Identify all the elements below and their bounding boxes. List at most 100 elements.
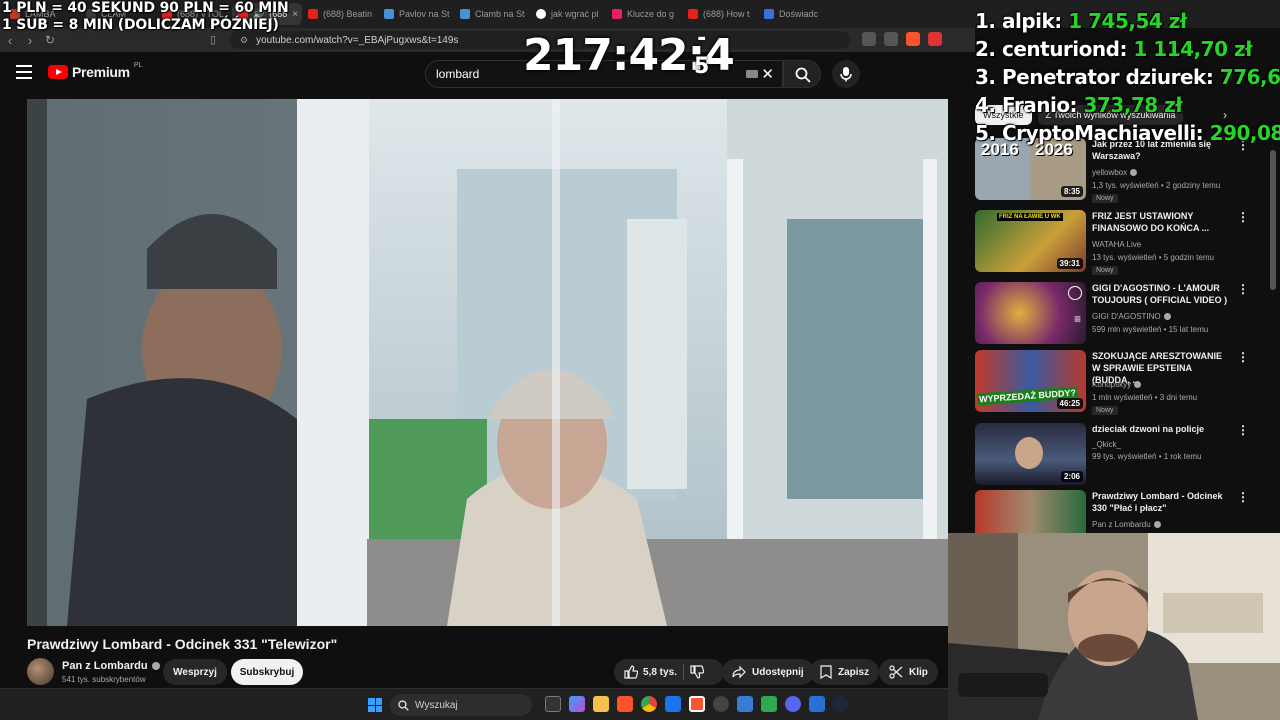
clip-label: Klip: [909, 666, 928, 678]
store-icon[interactable]: [665, 696, 681, 712]
close-tab-icon[interactable]: ×: [292, 9, 298, 20]
app-icon[interactable]: [761, 696, 777, 712]
more-options-icon[interactable]: ⋮: [1237, 423, 1249, 437]
forward-icon[interactable]: ›: [20, 33, 40, 48]
recommended-video[interactable]: 2016 2026 8:35 Jak przez 10 lat zmieniła…: [975, 138, 1265, 203]
recommended-video[interactable]: ≡ GIGI D'AGOSTINO - L'AMOUR TOUJOURS ( O…: [975, 282, 1265, 346]
video-meta: 13 tys. wyświetleń • 5 godzin temu: [1092, 253, 1214, 262]
video-meta: 99 tys. wyświetleń • 1 rok temu: [1092, 452, 1202, 461]
share-button[interactable]: Udostępnij: [722, 659, 814, 685]
cast-icon[interactable]: [862, 32, 876, 46]
rules-line: 1 PLN = 40 SEKUND 90 PLN = 60 MIN: [2, 0, 289, 16]
support-button[interactable]: Wesprzyj: [163, 659, 227, 685]
channel-name[interactable]: Pan z Lombardu: [62, 660, 160, 672]
taskbar-search-input[interactable]: Wyszukaj: [390, 694, 532, 716]
brave-rewards-icon[interactable]: [928, 32, 942, 46]
obs-icon[interactable]: [713, 696, 729, 712]
meta-icon[interactable]: [809, 696, 825, 712]
tab-label: Clamb na St: [475, 9, 525, 19]
browser-tab[interactable]: Klucze do g: [606, 3, 682, 25]
browser-tab[interactable]: Clamb na St: [454, 3, 530, 25]
search-icon: [398, 699, 409, 711]
channel-avatar[interactable]: [27, 658, 54, 685]
windows-start-icon[interactable]: [368, 698, 382, 712]
browser-tab[interactable]: (688) Beatin: [302, 3, 378, 25]
youtube-logo[interactable]: Premium PL: [48, 62, 142, 80]
extension-icons: [862, 32, 942, 46]
reload-icon[interactable]: ↻: [40, 33, 60, 47]
keyboard-icon[interactable]: [746, 70, 758, 78]
rules-line: 1 SUB = 8 MIN (DOLICZAM PÓŹNIEJ): [2, 17, 279, 33]
tab-label: Doświadc: [779, 9, 819, 19]
verified-icon: [1153, 521, 1161, 528]
save-label: Zapisz: [838, 666, 870, 678]
tab-label: jak wgrać pl: [551, 9, 599, 19]
channel-name: Konopskyy: [1092, 380, 1142, 389]
channel-name: WATAHA Live: [1092, 240, 1142, 249]
steam-favicon-icon: [460, 9, 470, 19]
video-thumbnail[interactable]: FRIZ NA ŁAWIE U WK 39:31: [975, 210, 1086, 272]
leaderboard-row: 2. centuriond: 1 114,70 zł: [975, 37, 1253, 61]
leaderboard-row: 4. Franio: 373,78 zł: [975, 93, 1183, 117]
like-button[interactable]: 5,8 tys.: [624, 665, 677, 679]
video-thumbnail[interactable]: 2:06: [975, 423, 1086, 485]
save-button[interactable]: Zapisz: [810, 659, 880, 685]
tab-label: Pavlov na St: [399, 9, 450, 19]
notepad-icon[interactable]: [737, 696, 753, 712]
video-thumbnail[interactable]: WYPRZEDAŻ BUDDY? 46:25: [975, 350, 1086, 412]
donation-leaderboard: 1. alpik: 1 745,54 zł 2. centuriond: 1 1…: [975, 7, 1280, 147]
verified-icon: [1130, 169, 1138, 176]
steam-icon[interactable]: [833, 696, 849, 712]
browser-tab[interactable]: Pavlov na St: [378, 3, 454, 25]
file-explorer-icon[interactable]: [593, 696, 609, 712]
back-icon[interactable]: ‹: [0, 33, 20, 48]
search-button[interactable]: [783, 60, 821, 88]
sidebar-scrollbar[interactable]: [1270, 150, 1276, 290]
video-title: Prawdziwy Lombard - Odcinek 330 "Płać i …: [1092, 491, 1223, 513]
subscribe-button[interactable]: Subskrybuj: [231, 659, 303, 685]
watch-later-icon[interactable]: [1068, 286, 1082, 300]
more-options-icon[interactable]: ⋮: [1237, 210, 1249, 224]
new-badge: Nowy: [1092, 194, 1118, 203]
video-meta: 1,3 tys. wyświetleń • 2 godziny temu: [1092, 181, 1221, 190]
youtube-header: Premium PL lombard ✕: [0, 52, 975, 96]
thumbs-up-icon: [624, 665, 638, 679]
video-player[interactable]: [27, 99, 948, 626]
brave-icon[interactable]: [617, 696, 633, 712]
add-to-queue-icon[interactable]: ≡: [1074, 312, 1081, 326]
bookmark-icon[interactable]: ▯: [210, 33, 216, 46]
more-options-icon[interactable]: ⋮: [1237, 282, 1249, 296]
video-thumbnail[interactable]: ≡: [975, 282, 1086, 344]
chrome-icon[interactable]: [641, 696, 657, 712]
recommended-video[interactable]: FRIZ NA ŁAWIE U WK 39:31 FRIZ JEST USTAW…: [975, 210, 1265, 275]
leaderboard-row: 5. CryptoMachiavelli: 290,08 zł: [975, 121, 1280, 145]
share-page-icon[interactable]: [884, 32, 898, 46]
copilot-icon[interactable]: [569, 696, 585, 712]
video-thumbnail[interactable]: 2016 2026 8:35: [975, 138, 1086, 200]
more-options-icon[interactable]: ⋮: [1237, 490, 1249, 504]
discord-icon[interactable]: [785, 696, 801, 712]
site-info-icon[interactable]: ⚙: [240, 35, 248, 46]
webcam-feed: [948, 533, 1280, 720]
recommended-video[interactable]: WYPRZEDAŻ BUDDY? 46:25 SZOKUJĄCE ARESZTO…: [975, 350, 1265, 415]
tab-favicon-icon: [764, 9, 774, 19]
voice-search-button[interactable]: [832, 60, 860, 88]
recommended-video[interactable]: 2:06 dzieciak dzwoni na policje _Qkick_ …: [975, 423, 1265, 487]
taskbar-search-placeholder: Wyszukaj: [415, 699, 458, 711]
more-options-icon[interactable]: ⋮: [1237, 350, 1249, 364]
browser-tab[interactable]: jak wgrać pl: [530, 3, 606, 25]
browser-tab[interactable]: Doświadc: [758, 3, 834, 25]
brave-shield-icon[interactable]: [906, 32, 920, 46]
brave-active-icon[interactable]: [689, 696, 705, 712]
new-badge: Nowy: [1092, 406, 1118, 415]
scissors-icon: [889, 665, 903, 679]
task-view-icon[interactable]: [545, 696, 561, 712]
clip-button[interactable]: Klip: [879, 659, 938, 685]
verified-icon: [1163, 313, 1171, 320]
browser-tab[interactable]: (688) How t: [682, 3, 758, 25]
menu-icon[interactable]: [16, 65, 32, 79]
clear-search-icon[interactable]: ✕: [761, 65, 774, 83]
thumbs-down-icon[interactable]: [690, 665, 704, 679]
channel-name: Pan z Lombardu: [1092, 520, 1161, 529]
tab-favicon-icon: [612, 9, 622, 19]
